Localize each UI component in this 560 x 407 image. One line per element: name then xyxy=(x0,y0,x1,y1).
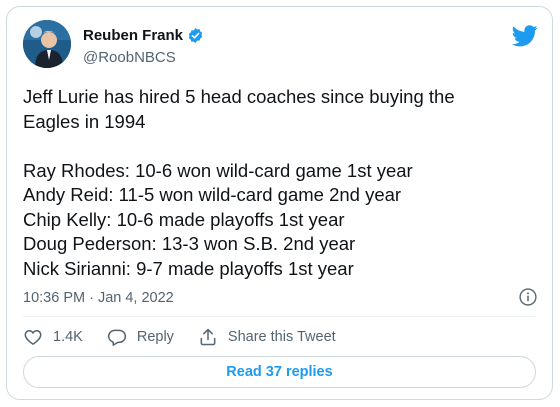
tweet-text: Jeff Lurie has hired 5 head coaches sinc… xyxy=(23,85,533,281)
tweet-coach-line: Andy Reid: 11-5 won wild-card game 2nd y… xyxy=(23,184,402,205)
tweet-coach-line: Nick Sirianni: 9-7 made playoffs 1st yea… xyxy=(23,257,354,279)
share-button[interactable]: Share this Tweet xyxy=(198,327,336,347)
info-icon[interactable] xyxy=(518,287,538,307)
author-name[interactable]: Reuben Frank xyxy=(83,27,183,44)
author-handle[interactable]: @RoobNBCS xyxy=(83,49,176,66)
tweet-intro-line: Eagles in 1994 xyxy=(23,110,146,132)
tweet-card: Reuben Frank @RoobNBCS Jeff Lurie has hi… xyxy=(6,6,553,400)
reply-bubble-icon xyxy=(107,329,126,346)
verified-badge-icon xyxy=(188,28,203,43)
reply-label: Reply xyxy=(136,329,174,345)
share-upload-icon xyxy=(200,328,216,346)
tweet-coach-line: Ray Rhodes: 10-6 won wild-card game 1st … xyxy=(23,159,413,181)
twitter-bird-icon[interactable] xyxy=(512,25,538,47)
heart-icon xyxy=(24,329,42,345)
tweet-coach-line: Doug Pederson: 13-3 won S.B. 2nd year xyxy=(23,233,356,254)
like-button[interactable]: 1.4K xyxy=(23,327,83,347)
tweet-timestamp[interactable]: 10:36 PM · Jan 4, 2022 xyxy=(23,290,174,306)
author-name-row: Reuben Frank xyxy=(83,27,204,44)
share-label: Share this Tweet xyxy=(227,329,336,345)
tweet-coach-line: Chip Kelly: 10-6 made playoffs 1st year xyxy=(23,208,345,230)
reply-button[interactable]: Reply xyxy=(107,327,174,347)
tweet-actions: 1.4K Reply Share this Tweet xyxy=(23,327,360,347)
read-replies-button[interactable]: Read 37 replies xyxy=(23,356,536,388)
like-count: 1.4K xyxy=(53,329,83,345)
divider xyxy=(23,316,536,317)
avatar[interactable] xyxy=(23,20,71,68)
tweet-intro-line: Jeff Lurie has hired 5 head coaches sinc… xyxy=(23,86,455,107)
avatar-image xyxy=(23,20,71,68)
